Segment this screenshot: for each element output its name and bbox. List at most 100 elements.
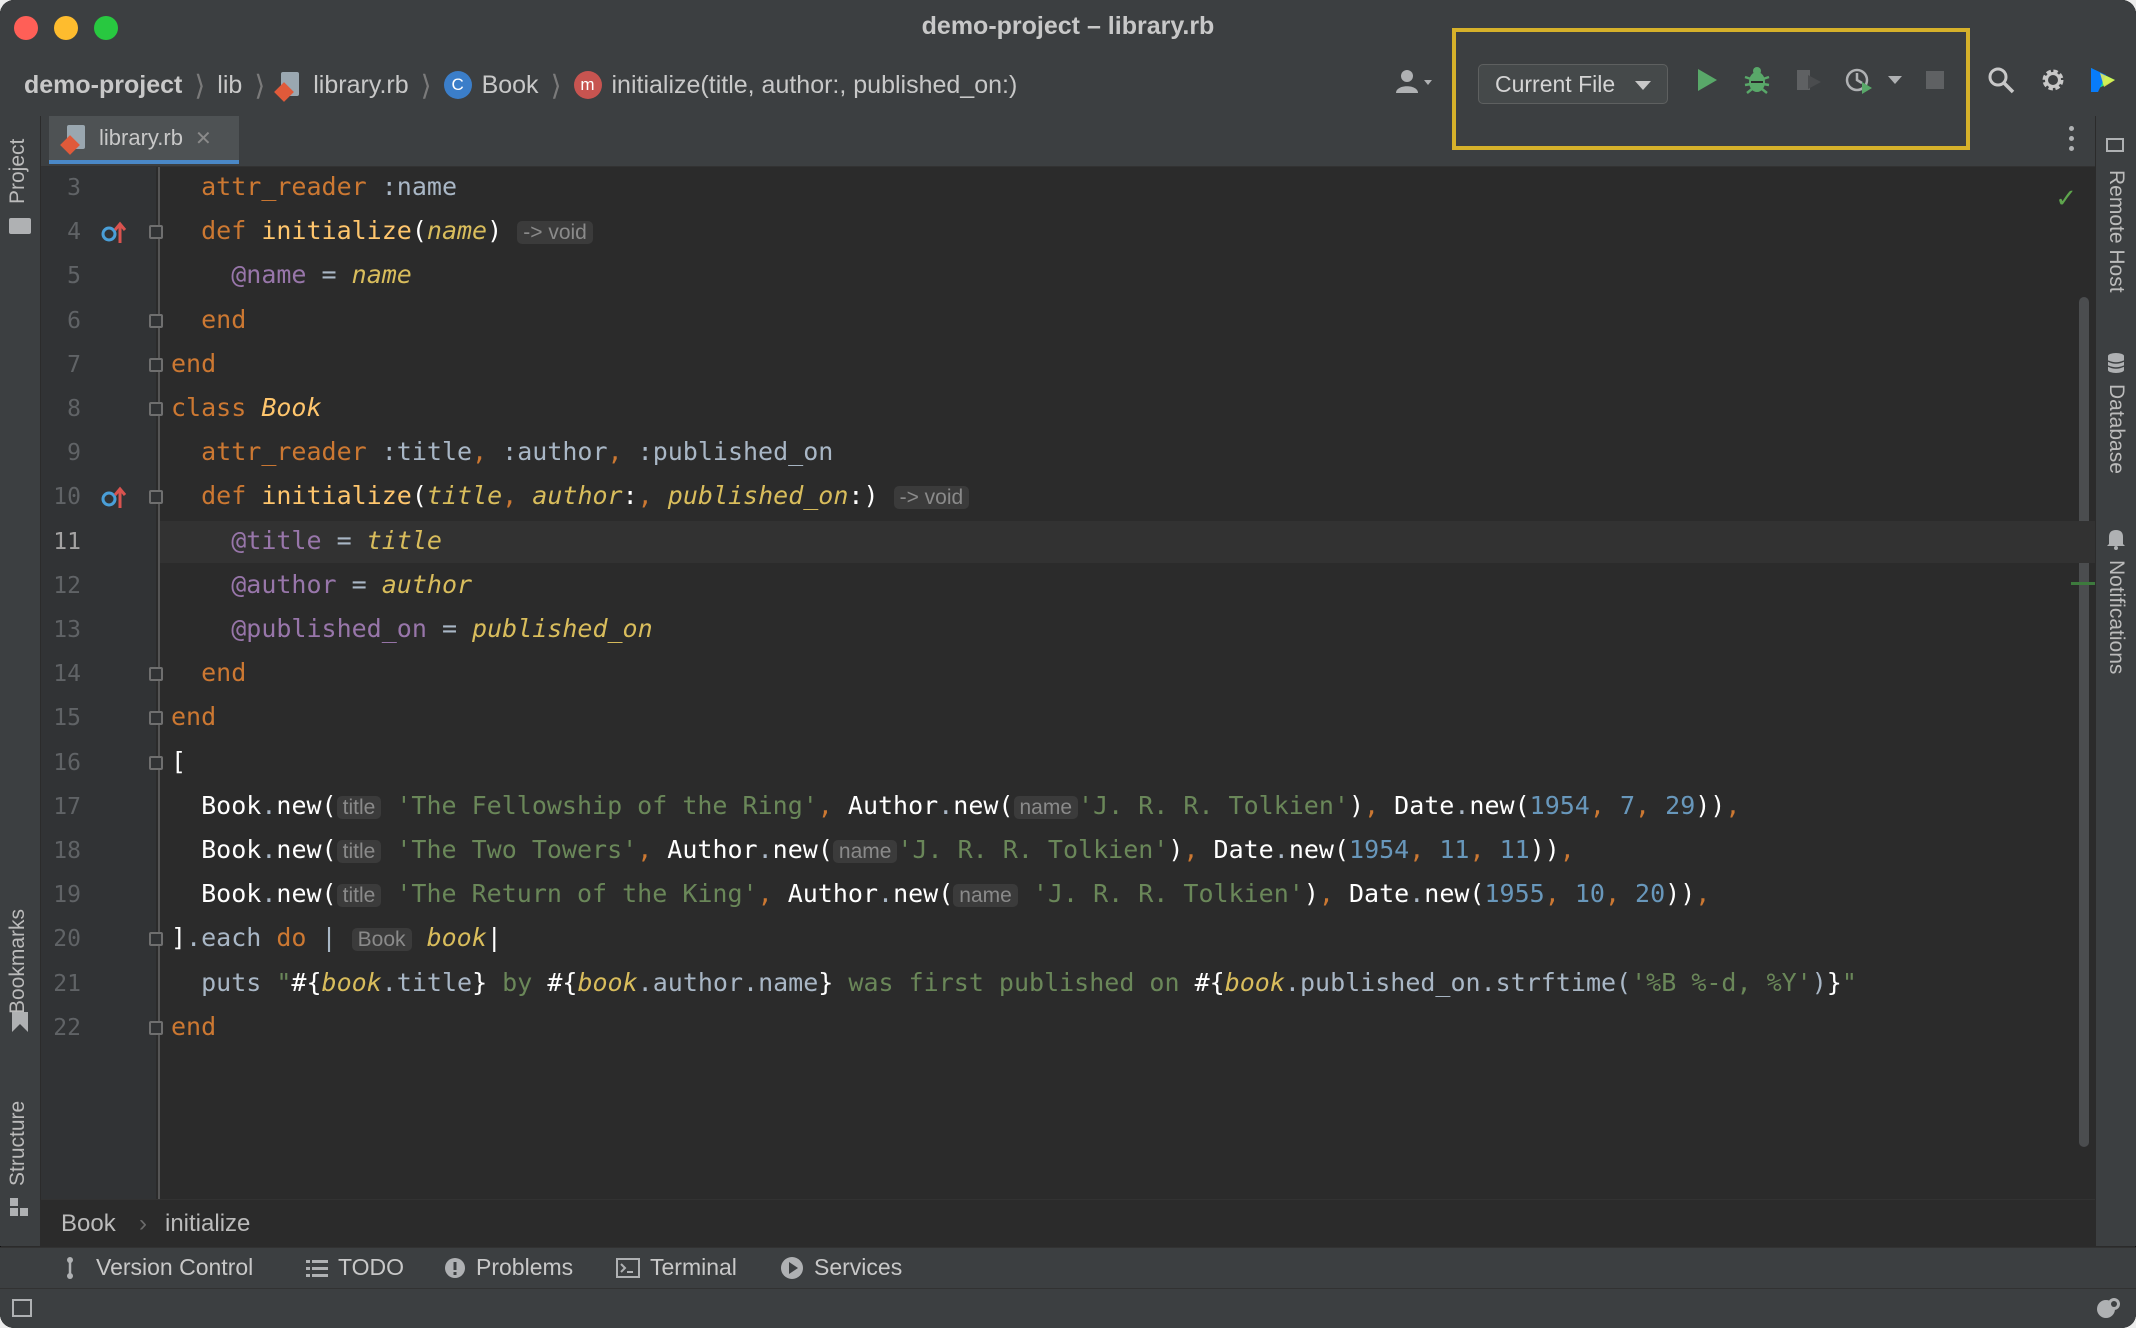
vertical-scrollbar[interactable] xyxy=(2079,297,2089,1147)
fold-marker-icon[interactable] xyxy=(149,225,163,240)
inlay-hint: title xyxy=(336,840,382,863)
user-icon[interactable] xyxy=(1388,64,1444,100)
code-line[interactable]: Book.new(title 'The Two Towers', Author.… xyxy=(171,835,1575,864)
code-token: | xyxy=(306,923,352,953)
breadcrumb-folder[interactable]: lib xyxy=(217,71,242,100)
code-line[interactable]: end xyxy=(171,305,246,334)
inspection-ok-icon[interactable]: ✓ xyxy=(2055,183,2077,214)
code-line[interactable]: [ xyxy=(171,747,186,776)
fold-marker-icon[interactable] xyxy=(149,711,163,726)
code-token: #{ xyxy=(547,967,578,997)
version-control-label: Version Control xyxy=(96,1254,254,1280)
code-line[interactable]: class Book xyxy=(171,393,322,422)
search-icon[interactable] xyxy=(1984,62,2018,98)
bookmark-icon[interactable] xyxy=(12,1024,28,1032)
toggle-tool-windows-icon[interactable] xyxy=(12,1299,32,1317)
folder-icon[interactable] xyxy=(9,218,31,234)
fold-marker-icon[interactable] xyxy=(149,313,163,328)
breadcrumb-method[interactable]: m initialize(title, author:, published_o… xyxy=(573,71,1017,100)
implements-method-icon[interactable] xyxy=(101,221,127,244)
line-number: 15 xyxy=(53,705,81,732)
code-line[interactable]: end xyxy=(171,702,216,731)
remote-host-icon[interactable] xyxy=(2106,138,2124,152)
notifications-tool-button[interactable]: Notifications xyxy=(2104,560,2128,674)
code-line[interactable]: def initialize(name) -> void xyxy=(171,216,593,245)
gear-icon[interactable] xyxy=(2036,62,2070,98)
project-tool-button[interactable]: Project xyxy=(6,139,30,204)
code-token: , xyxy=(1695,879,1711,909)
code-token: , xyxy=(1725,790,1741,820)
more-options-icon[interactable] xyxy=(2069,126,2075,154)
code-token: 29 xyxy=(1665,790,1696,820)
code-line[interactable]: @author = author xyxy=(171,570,472,599)
code-line[interactable]: puts "#{book.title} by #{book.author.nam… xyxy=(171,968,1857,997)
notifications-status-icon[interactable] xyxy=(2094,1295,2122,1321)
breadcrumb-class[interactable]: C Book xyxy=(443,71,539,100)
tab-library-rb[interactable]: library.rb ✕ xyxy=(49,116,239,164)
code-line[interactable]: Book.new(title 'The Return of the King',… xyxy=(171,879,1710,908)
code-token: new( xyxy=(276,835,337,864)
inlay-hint: title xyxy=(336,795,382,819)
fold-marker-icon[interactable] xyxy=(149,932,163,947)
code-token: , xyxy=(757,879,788,909)
code-line[interactable]: ].each do | Book book| xyxy=(171,923,502,952)
breadcrumb-project[interactable]: demo-project xyxy=(24,71,182,100)
code-token: " xyxy=(276,967,292,997)
database-icon[interactable] xyxy=(2106,352,2126,374)
code-token: .each xyxy=(186,923,277,953)
services-tool-button[interactable]: Services xyxy=(780,1254,902,1281)
implements-method-icon[interactable] xyxy=(101,486,127,509)
code-token: , xyxy=(817,790,848,820)
fold-marker-icon[interactable] xyxy=(149,755,163,770)
editor-breadcrumb-method[interactable]: initialize xyxy=(165,1210,250,1238)
fold-marker-icon[interactable] xyxy=(149,357,163,372)
fold-marker-icon[interactable] xyxy=(149,490,163,505)
problems-tool-button[interactable]: Problems xyxy=(444,1254,573,1281)
code-token: ( xyxy=(411,481,427,511)
code-editor[interactable]: ✓ 3 attr_reader :name 4 def initialize(na… xyxy=(41,167,2095,1199)
fold-marker-icon[interactable] xyxy=(149,402,163,416)
code-line[interactable]: @name = name xyxy=(171,260,412,289)
structure-tool-button[interactable]: Structure xyxy=(6,1101,30,1186)
code-line[interactable]: attr_reader :name xyxy=(171,172,457,201)
line-number: 5 xyxy=(67,263,81,290)
code-line[interactable]: Book.new(title 'The Fellowship of the Ri… xyxy=(171,791,1740,820)
code-line[interactable]: end xyxy=(171,1012,216,1041)
close-icon[interactable]: ✕ xyxy=(195,126,212,151)
fold-marker-icon[interactable] xyxy=(149,1020,163,1035)
remote-host-tool-button[interactable]: Remote Host xyxy=(2104,170,2128,293)
code-line[interactable]: attr_reader :title, :author, :published_… xyxy=(171,437,833,466)
structure-icon[interactable] xyxy=(10,1198,30,1218)
terminal-tool-button[interactable]: Terminal xyxy=(616,1254,737,1281)
code-line[interactable]: end xyxy=(171,658,246,687)
problems-label: Problems xyxy=(476,1254,574,1280)
code-token: . xyxy=(1273,835,1289,864)
code-token: attr_reader xyxy=(201,437,367,467)
code-line[interactable]: @title = title xyxy=(171,526,442,555)
todo-label: TODO xyxy=(338,1254,405,1280)
code-token: . xyxy=(878,879,894,909)
bell-icon[interactable] xyxy=(2106,528,2126,550)
editor-breadcrumb-class[interactable]: Book xyxy=(61,1210,116,1238)
code-line[interactable]: def initialize(title, author:, published… xyxy=(171,481,970,511)
logo-icon[interactable] xyxy=(2086,62,2120,98)
code-token: name xyxy=(426,216,488,246)
code-token: , xyxy=(1604,879,1636,909)
code-line[interactable]: end xyxy=(171,349,216,378)
breadcrumb-file[interactable]: library.rb xyxy=(274,71,409,102)
bookmarks-tool-button[interactable]: Bookmarks xyxy=(6,909,30,1014)
database-tool-button[interactable]: Database xyxy=(2104,384,2128,474)
code-token: new( xyxy=(893,879,954,909)
code-token: Date xyxy=(1349,879,1410,909)
todo-tool-button[interactable]: TODO xyxy=(306,1254,404,1281)
code-token: )) xyxy=(1695,790,1726,820)
code-token: 1954 xyxy=(1349,835,1410,864)
code-token: end xyxy=(171,1011,217,1041)
code-token: :) xyxy=(848,481,879,511)
code-line[interactable]: @published_on = published_on xyxy=(171,614,652,643)
fold-marker-icon[interactable] xyxy=(149,667,163,682)
class-icon: C xyxy=(443,71,472,99)
version-control-tool-button[interactable]: Version Control xyxy=(64,1254,253,1281)
terminal-icon xyxy=(616,1257,640,1278)
